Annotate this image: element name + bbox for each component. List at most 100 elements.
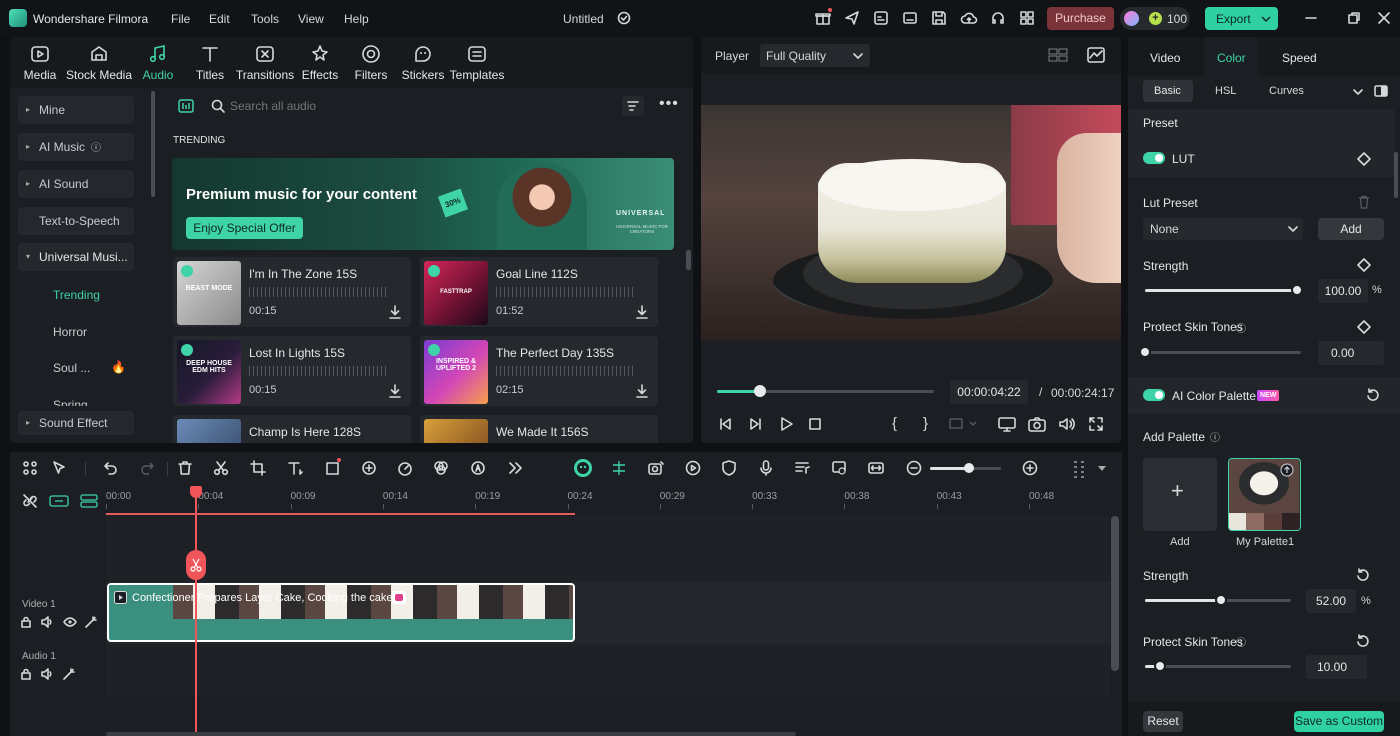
my-palette-thumbnail[interactable] (1228, 458, 1301, 531)
snap-icon[interactable] (611, 460, 627, 476)
screen-capture-icon[interactable] (831, 460, 847, 476)
sub-nav-spring[interactable]: Spring (53, 398, 88, 406)
export-button[interactable]: Export (1205, 7, 1278, 30)
timeline-vertical-scrollbar[interactable] (1111, 516, 1119, 671)
keyframe-diamond-icon[interactable] (1357, 152, 1371, 166)
save-as-custom-button[interactable]: Save as Custom (1294, 711, 1384, 732)
scope-icon[interactable] (1087, 47, 1105, 63)
sub-nav-trending[interactable]: Trending (53, 288, 100, 302)
tab-video[interactable]: Video (1150, 51, 1180, 65)
download-icon[interactable] (636, 384, 648, 398)
display-icon[interactable] (998, 416, 1016, 432)
menu-file[interactable]: File (171, 12, 190, 26)
empty-track-area[interactable] (106, 516, 1110, 582)
lock-icon[interactable] (20, 616, 32, 628)
zoom-slider[interactable] (930, 463, 1001, 473)
fullscreen-icon[interactable] (1088, 416, 1104, 432)
timeline-horizontal-scrollbar[interactable] (106, 732, 796, 736)
next-frame-icon[interactable] (748, 416, 764, 432)
nav-scrollbar[interactable] (151, 91, 155, 197)
close-icon[interactable] (1377, 11, 1391, 25)
stickers-icon[interactable] (413, 44, 433, 64)
strength-slider[interactable] (1145, 284, 1303, 296)
compare-split-icon[interactable] (1374, 85, 1388, 97)
keyframe-diamond-icon[interactable] (1357, 258, 1371, 272)
protect-skin-slider-knob[interactable] (1139, 346, 1151, 358)
lut-preset-select[interactable]: None (1143, 218, 1303, 240)
cloud-upload-icon[interactable] (960, 10, 978, 26)
audio-track-lane[interactable] (106, 644, 1110, 696)
lut-toggle[interactable] (1143, 152, 1165, 164)
purchase-button[interactable]: Purchase (1047, 7, 1114, 30)
text-icon[interactable] (287, 460, 305, 476)
menu-view[interactable]: View (298, 12, 324, 26)
enjoy-offer-button[interactable]: Enjoy Special Offer (186, 217, 303, 239)
menu-tools[interactable]: Tools (251, 12, 279, 26)
playhead-handle[interactable] (190, 486, 202, 498)
record-voiceover-icon[interactable] (647, 460, 665, 476)
palette-strength-value[interactable]: 52.00 (1306, 589, 1356, 613)
stop-icon[interactable] (807, 416, 823, 432)
audio-icon[interactable] (148, 44, 168, 64)
reset-button[interactable]: Reset (1143, 711, 1183, 732)
cloud-project-icon[interactable] (873, 10, 889, 26)
delete-icon[interactable] (177, 460, 193, 476)
tab-color[interactable]: Color (1217, 51, 1246, 65)
color-match-icon[interactable] (361, 460, 377, 476)
effects-icon[interactable] (310, 44, 330, 64)
lut-add-button[interactable]: Add (1318, 218, 1384, 240)
timeline-ruler[interactable] (106, 486, 1122, 514)
snapshot-marker-icon[interactable] (949, 417, 979, 431)
headset-icon[interactable] (990, 10, 1006, 26)
previous-frame-icon[interactable] (717, 416, 733, 432)
trash-icon[interactable] (1357, 195, 1371, 209)
track-card[interactable]: INSPIRED & UPLIFTED 2 The Perfect Day 13… (420, 336, 658, 406)
link-unlink-icon[interactable] (22, 493, 38, 509)
tab-speed[interactable]: Speed (1282, 51, 1317, 65)
titles-icon[interactable] (200, 44, 220, 64)
play-icon[interactable] (778, 416, 794, 432)
mark-out-icon[interactable]: } (923, 415, 928, 432)
ai-tools-icon[interactable] (470, 460, 486, 476)
chevron-down-icon[interactable] (1353, 88, 1363, 96)
chevron-down-icon[interactable] (1098, 466, 1106, 472)
reset-rotate-icon[interactable] (1356, 568, 1370, 582)
progress-bar[interactable] (717, 385, 934, 397)
palette-protect-value[interactable]: 10.00 (1306, 655, 1367, 679)
fit-timeline-icon[interactable] (868, 460, 884, 476)
track-card[interactable]: FASTTRAP Goal Line 112S 01:52 (420, 257, 658, 327)
menu-edit[interactable]: Edit (209, 12, 230, 26)
search-input[interactable] (230, 96, 610, 116)
camera-icon[interactable] (1028, 416, 1046, 432)
zoom-slider-knob[interactable] (964, 463, 974, 473)
track-card[interactable]: DEEP HOUSE EDM HITS Lost In Lights 15S 0… (173, 336, 411, 406)
protect-skin-slider[interactable] (1139, 346, 1301, 358)
color-wheel-icon[interactable] (433, 460, 449, 476)
nav-ai-sound-effect[interactable]: ▸AI Sound Effectⓘ (18, 170, 134, 219)
strength-slider-knob[interactable] (1291, 284, 1303, 296)
content-scrollbar[interactable] (686, 250, 691, 270)
screen-icon[interactable] (902, 10, 918, 26)
current-time[interactable]: 00:00:04:22 (950, 380, 1028, 404)
more-options-icon[interactable]: ••• (659, 95, 679, 113)
strength-value[interactable]: 100.00 (1318, 279, 1368, 303)
split-scissors-icon[interactable] (213, 460, 229, 476)
zoom-out-icon[interactable] (906, 460, 922, 476)
gift-icon[interactable] (815, 10, 831, 26)
grid-apps-icon[interactable] (1019, 10, 1035, 26)
auto-beat-icon[interactable] (685, 460, 701, 476)
nav-text-to-speech[interactable]: Text-to-Speech (18, 207, 134, 235)
shield-icon[interactable] (721, 460, 737, 476)
redo-icon[interactable] (139, 460, 155, 476)
tab-templates[interactable]: Templates (442, 68, 512, 82)
download-icon[interactable] (636, 305, 648, 319)
reset-rotate-icon[interactable] (1356, 634, 1370, 648)
filters-icon[interactable] (361, 44, 381, 64)
quality-select[interactable]: Full Quality (760, 44, 870, 67)
restore-icon[interactable] (1347, 11, 1361, 25)
sub-tab-basic[interactable]: Basic (1143, 80, 1193, 102)
mute-icon[interactable] (41, 668, 53, 680)
volume-icon[interactable] (1058, 416, 1076, 432)
transitions-icon[interactable] (255, 44, 275, 64)
menu-help[interactable]: Help (344, 12, 369, 26)
